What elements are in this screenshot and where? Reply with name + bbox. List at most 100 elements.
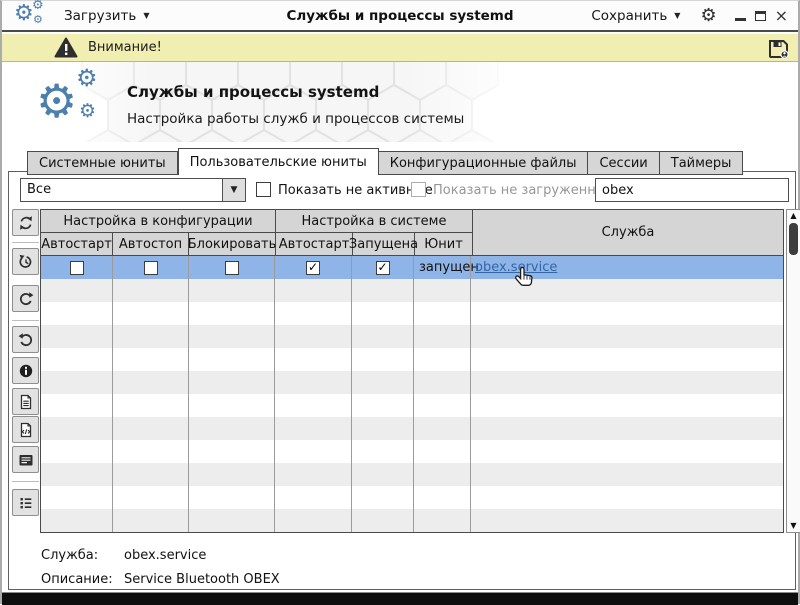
table-cell <box>275 463 352 486</box>
history-restore-icon <box>17 253 35 271</box>
dropdown-arrow-icon[interactable]: ▼ <box>222 179 245 201</box>
scroll-down-icon[interactable]: ▼ <box>787 520 800 532</box>
running-sys-checkbox[interactable]: ✓ <box>376 261 390 275</box>
table-cell <box>189 463 275 486</box>
table-cell <box>189 486 275 509</box>
table-cell <box>41 371 113 394</box>
table-row[interactable] <box>41 509 783 532</box>
tab-user-units[interactable]: Пользовательские юниты <box>178 148 379 175</box>
table-row[interactable] <box>41 302 783 325</box>
table-cell <box>41 417 113 440</box>
table-cell <box>113 302 189 325</box>
titlebar: ⚙⚙⚙ Загрузить ▼ Службы и процессы system… <box>2 1 798 32</box>
tab-config-files[interactable]: Конфигурационные файлы <box>379 151 589 175</box>
autostart-sys-checkbox[interactable]: ✓ <box>306 261 320 275</box>
undo-icon <box>17 331 35 349</box>
table-cell <box>414 509 471 532</box>
tab-sessions[interactable]: Сессии <box>588 151 659 175</box>
table-cell <box>414 348 471 371</box>
redo-icon <box>17 290 35 308</box>
minimize-button[interactable] <box>735 18 746 21</box>
table-cell <box>414 486 471 509</box>
table-cell <box>414 394 471 417</box>
unit-file-button[interactable] <box>12 388 39 415</box>
source-file-icon <box>17 421 35 439</box>
table-cell <box>189 279 275 302</box>
detail-description-label: Описание: <box>41 572 124 587</box>
table-cell <box>352 417 414 440</box>
warning-bar: Внимание! <box>2 34 798 62</box>
warning-triangle-icon <box>54 37 78 58</box>
tab-system-units[interactable]: Системные юниты <box>27 151 178 175</box>
table-cell <box>352 440 414 463</box>
detail-service-label: Служба: <box>41 548 124 563</box>
table-row[interactable] <box>41 371 783 394</box>
group-header-system: Настройка в системе <box>276 210 472 233</box>
table-cell <box>275 394 352 417</box>
undo-button[interactable] <box>12 326 39 353</box>
table-cell <box>471 302 783 325</box>
save-file-icon[interactable] <box>767 37 790 60</box>
col-header-autostart-cfg: Автостарт <box>41 233 113 255</box>
table-cell <box>41 279 113 302</box>
table-cell <box>414 463 471 486</box>
refresh-button[interactable] <box>12 209 39 236</box>
scroll-up-icon[interactable]: ▲ <box>787 210 800 222</box>
vertical-scrollbar[interactable]: ▲ ▼ <box>786 209 800 533</box>
table-cell <box>352 394 414 417</box>
table-row[interactable] <box>41 486 783 509</box>
table-cell <box>189 394 275 417</box>
table-cell <box>41 325 113 348</box>
search-input[interactable] <box>595 178 789 202</box>
settings-gear-icon[interactable]: ⚙ <box>700 7 716 25</box>
table-row[interactable] <box>41 279 783 302</box>
table-cell <box>275 348 352 371</box>
table-cell <box>352 279 414 302</box>
module-title: Службы и процессы systemd <box>127 83 379 101</box>
table-row[interactable] <box>41 348 783 371</box>
table-cell <box>41 486 113 509</box>
table-cell <box>471 325 783 348</box>
table-cell <box>352 463 414 486</box>
detail-description-value: Service Bluetooth OBEX <box>124 572 280 587</box>
redo-button[interactable] <box>12 285 39 312</box>
scrollbar-thumb[interactable] <box>789 223 798 255</box>
caret-down-icon: ▼ <box>143 11 149 20</box>
show-inactive-label: Показать не активные <box>278 183 433 198</box>
table-row[interactable] <box>41 440 783 463</box>
autostart-cfg-checkbox[interactable] <box>70 261 84 275</box>
table-row[interactable] <box>41 394 783 417</box>
toolbar-separator <box>12 481 39 482</box>
table-row[interactable] <box>41 463 783 486</box>
filter-dropdown[interactable]: Все ▼ <box>20 178 246 202</box>
table-cell <box>275 417 352 440</box>
load-menu-button[interactable]: Загрузить ▼ <box>58 4 156 28</box>
close-button[interactable]: × <box>775 9 788 23</box>
detail-service-row: Служба: obex.service <box>41 548 206 563</box>
unit-list-button[interactable] <box>12 489 39 516</box>
table-row-selected[interactable]: ✓ ✓ запущен obex.service <box>41 256 783 279</box>
save-menu-button[interactable]: Сохранить ▼ <box>585 4 686 28</box>
table-cell <box>471 509 783 532</box>
table-row[interactable] <box>41 325 783 348</box>
tab-timers[interactable]: Таймеры <box>660 151 744 175</box>
journal-button[interactable] <box>12 446 39 473</box>
table-cell <box>275 302 352 325</box>
table-cell <box>471 348 783 371</box>
table-cell <box>471 463 783 486</box>
tab-content: Все ▼ Показать не активные Показать не з… <box>8 171 796 590</box>
block-cfg-checkbox[interactable] <box>225 261 239 275</box>
show-inactive-checkbox[interactable] <box>256 182 271 197</box>
table-cell <box>352 348 414 371</box>
table-cell <box>189 371 275 394</box>
table-row[interactable] <box>41 417 783 440</box>
table-cell <box>275 440 352 463</box>
restore-state-button[interactable] <box>12 248 39 275</box>
source-view-button[interactable] <box>12 416 39 443</box>
show-unloaded-checkbox[interactable] <box>411 182 426 197</box>
info-button[interactable] <box>12 357 39 384</box>
toolbar-separator <box>12 320 39 321</box>
module-subtitle: Настройка работы служб и процессов систе… <box>127 111 464 127</box>
autostop-cfg-checkbox[interactable] <box>144 261 158 275</box>
maximize-button[interactable] <box>755 11 766 21</box>
